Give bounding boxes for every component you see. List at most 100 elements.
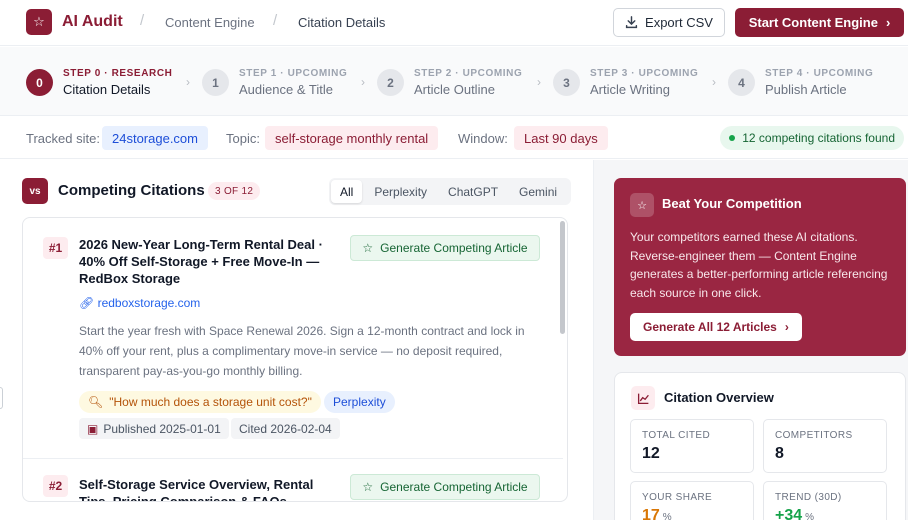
step-1[interactable]: 1 STEP 1 · UPCOMING Audience & Title (202, 68, 347, 97)
breadcrumb-separator: / (140, 12, 145, 29)
step-progress: 0 STEP 0 · RESEARCH Citation Details › 1… (0, 47, 908, 116)
export-csv-button[interactable]: Export CSV (613, 8, 725, 37)
start-content-engine-label: Start Content Engine (748, 15, 878, 30)
status-dot-icon (729, 135, 736, 141)
right-panel: ☆ Beat Your Competition Your competitors… (593, 160, 908, 520)
competing-citations-panel: vs Competing Citations 3 OF 12 All Perpl… (0, 160, 592, 520)
download-icon (625, 16, 638, 29)
step-number: 2 (377, 69, 404, 96)
tab-chatgpt[interactable]: ChatGPT (439, 180, 507, 203)
step-2[interactable]: 2 STEP 2 · UPCOMING Article Outline (377, 68, 522, 97)
stat-label: YOUR SHARE (642, 492, 713, 503)
tab-all[interactable]: All (331, 180, 363, 203)
step-label: Publish Article (765, 82, 847, 97)
stat-competitors: COMPETITORS 8 (763, 419, 887, 473)
top-bar: ☆ AI Audit / Content Engine / Citation D… (0, 0, 908, 46)
topic-label: Topic: (226, 131, 260, 146)
chevron-right-icon: › (361, 75, 365, 89)
chevron-right-icon: › (885, 15, 891, 30)
step-number: 4 (728, 69, 755, 96)
breadcrumb-separator: / (273, 12, 278, 29)
step-kicker: STEP 3 · UPCOMING (590, 68, 699, 79)
stat-value: 17% (642, 507, 672, 520)
magnifier-icon: 🔍︎ (88, 395, 104, 409)
star-icon: ☆ (362, 241, 374, 255)
cited-date-chip: Cited 2026-02-04 (231, 418, 340, 439)
generate-button-label: Generate Competing Article (380, 241, 528, 255)
stat-label: TOTAL CITED (642, 430, 711, 441)
window-chip[interactable]: Last 90 days (514, 126, 608, 150)
chevron-right-icon: › (537, 75, 541, 89)
window-label: Window: (458, 131, 508, 146)
step-label: Audience & Title (239, 82, 333, 97)
step-label: Article Writing (590, 82, 670, 97)
sidebar-toggle-handle[interactable] (0, 387, 3, 409)
count-pill: 3 OF 12 (208, 182, 261, 200)
star-icon: ☆ (362, 480, 374, 494)
citation-domain-link[interactable]: 🔗︎ redboxstorage.com (79, 296, 200, 310)
promo-title: Beat Your Competition (662, 196, 802, 211)
step-label: Citation Details (63, 82, 151, 97)
source-chip: Perplexity (324, 391, 395, 413)
citations-found-text: 12 competing citations found (742, 131, 895, 145)
start-content-engine-button[interactable]: Start Content Engine › (735, 8, 904, 37)
step-kicker: STEP 1 · UPCOMING (239, 68, 348, 79)
breadcrumb-citation-details: Citation Details (298, 15, 386, 30)
chevron-right-icon: › (784, 320, 789, 334)
generate-button-label: Generate Competing Article (380, 480, 528, 494)
section-title: Competing Citations (58, 182, 205, 199)
stat-total-cited: TOTAL CITED 12 (630, 419, 754, 473)
generate-competing-article-button[interactable]: ☆ Generate Competing Article (350, 474, 540, 500)
stat-value: 8 (775, 445, 784, 462)
calendar-icon: ▣ (87, 421, 99, 436)
app-title: AI Audit (62, 13, 123, 30)
link-icon: 🔗︎ (79, 296, 95, 310)
citations-found-badge: 12 competing citations found (720, 126, 904, 150)
published-date-chip: ▣ Published 2025-01-01 (79, 418, 229, 439)
breadcrumb-content-engine[interactable]: Content Engine (165, 15, 255, 30)
stat-label: TREND (30D) (775, 492, 842, 503)
step-0[interactable]: 0 STEP 0 · RESEARCH Citation Details (26, 68, 172, 97)
filter-strip: Tracked site: 24storage.com Topic: self-… (0, 117, 908, 159)
stat-label: COMPETITORS (775, 430, 853, 441)
tab-gemini[interactable]: Gemini (510, 180, 566, 203)
chevron-right-icon: › (186, 75, 190, 89)
step-kicker: STEP 4 · UPCOMING (765, 68, 874, 79)
citation-overview-card: Citation Overview TOTAL CITED 12 COMPETI… (614, 372, 906, 520)
promo-text: Your competitors earned these AI citatio… (630, 230, 888, 300)
generate-all-articles-button[interactable]: Generate All 12 Articles › (630, 313, 802, 341)
line-chart-icon (631, 386, 655, 410)
tracked-site-label: Tracked site: (26, 131, 100, 146)
step-number: 1 (202, 69, 229, 96)
tracked-site-chip[interactable]: 24storage.com (102, 126, 208, 150)
star-logo-icon: ☆ (26, 9, 52, 35)
citation-list: #1 2026 New-Year Long-Term Rental Deal ·… (22, 217, 568, 502)
star-icon: ☆ (630, 193, 654, 217)
chevron-right-icon: › (712, 75, 716, 89)
citation-item: #1 2026 New-Year Long-Term Rental Deal ·… (23, 218, 563, 458)
stat-value: +34% (775, 507, 815, 520)
step-number: 3 (553, 69, 580, 96)
step-kicker: STEP 0 · RESEARCH (63, 68, 173, 79)
citation-description: Start the year fresh with Space Renewal … (79, 324, 525, 378)
citation-title[interactable]: Self-Storage Service Overview, Rental Ti… (79, 476, 341, 501)
stat-value: 12 (642, 445, 660, 462)
topic-chip[interactable]: self-storage monthly rental (265, 126, 439, 150)
overview-title: Citation Overview (664, 390, 774, 405)
step-kicker: STEP 2 · UPCOMING (414, 68, 523, 79)
generate-all-label: Generate All 12 Articles (643, 320, 777, 334)
step-number: 0 (26, 69, 53, 96)
rank-badge: #2 (43, 475, 68, 497)
generate-competing-article-button[interactable]: ☆ Generate Competing Article (350, 235, 540, 261)
tab-perplexity[interactable]: Perplexity (365, 180, 436, 203)
stat-trend: TREND (30D) +34% (763, 481, 887, 520)
export-csv-label: Export CSV (645, 15, 713, 30)
query-chip[interactable]: 🔍︎ "How much does a storage unit cost?" (79, 391, 321, 413)
step-4[interactable]: 4 STEP 4 · UPCOMING Publish Article (728, 68, 873, 97)
rank-badge: #1 (43, 237, 68, 259)
step-label: Article Outline (414, 82, 495, 97)
stat-your-share: YOUR SHARE 17% (630, 481, 754, 520)
step-3[interactable]: 3 STEP 3 · UPCOMING Article Writing (553, 68, 698, 97)
beat-competition-card: ☆ Beat Your Competition Your competitors… (614, 178, 906, 356)
citation-title[interactable]: 2026 New-Year Long-Term Rental Deal · 40… (79, 236, 341, 287)
